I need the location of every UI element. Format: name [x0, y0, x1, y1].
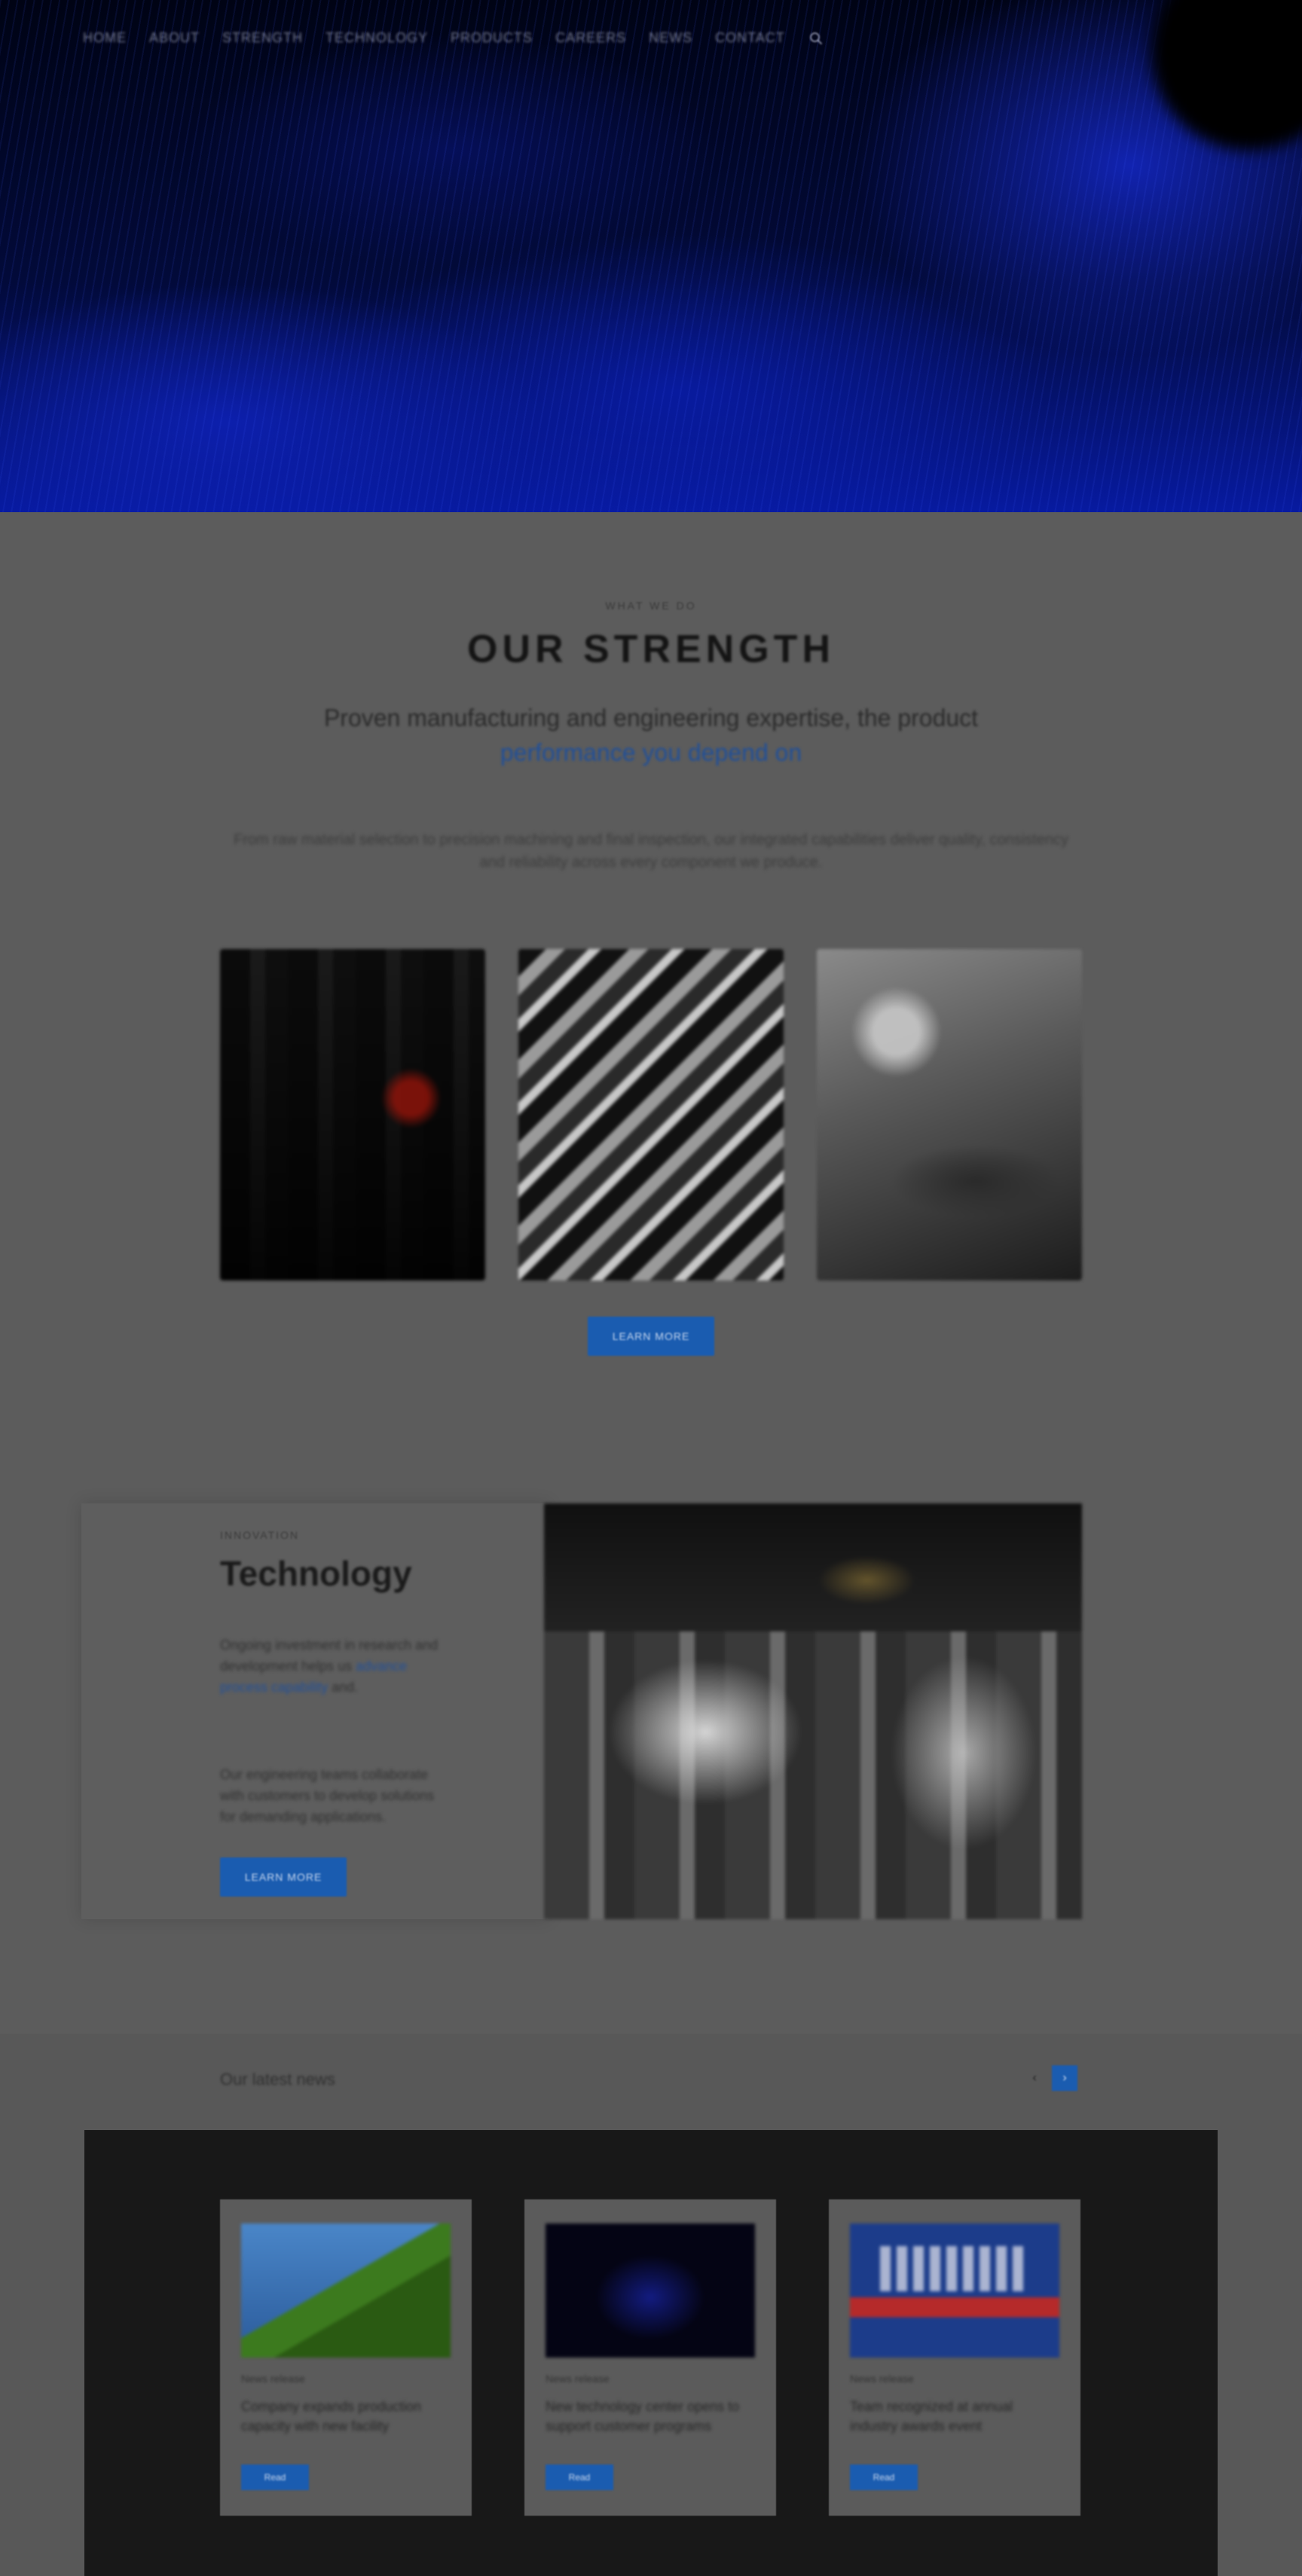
nav-item-technology[interactable]: Technology: [326, 30, 428, 47]
main-navigation: Home About Strength Technology Products …: [83, 30, 824, 47]
news-read-button[interactable]: Read: [546, 2465, 613, 2490]
news-read-button[interactable]: Read: [241, 2465, 309, 2490]
strength-subtitle-link[interactable]: performance you depend on: [500, 739, 802, 766]
news-heading: Our latest news: [220, 2070, 335, 2089]
nav-item-careers[interactable]: Careers: [555, 30, 626, 47]
strength-photo-row: [220, 949, 1082, 1280]
news-thumbnail[interactable]: [850, 2223, 1059, 2358]
technology-eyebrow: INNOVATION: [220, 1529, 300, 1541]
news-card-meta: News release: [241, 2373, 305, 2385]
news-card-meta: News release: [546, 2373, 610, 2385]
technology-section: INNOVATION Technology Ongoing investment…: [0, 1416, 1302, 2034]
technology-learn-more-button[interactable]: Learn More: [220, 1857, 347, 1897]
news-card[interactable]: News release Team recognized at annual i…: [829, 2199, 1080, 2516]
nav-item-news[interactable]: News: [649, 30, 692, 47]
technology-title: Technology: [220, 1554, 412, 1593]
chevron-left-icon[interactable]: ‹: [1022, 2065, 1047, 2091]
technology-text: Ongoing investment in research and devel…: [220, 1634, 454, 1698]
search-icon-graphic: [809, 32, 822, 45]
strength-title: OUR STRENGTH: [467, 627, 835, 671]
news-card-title[interactable]: Team recognized at annual industry award…: [850, 2397, 1059, 2436]
strength-eyebrow: WHAT WE DO: [605, 600, 697, 612]
strength-photo-steel-bars: [518, 949, 784, 1280]
search-icon[interactable]: [808, 30, 824, 47]
nav-item-strength[interactable]: Strength: [222, 30, 303, 47]
nav-item-contact[interactable]: Contact: [715, 30, 785, 47]
hero-banner: Home About Strength Technology Products …: [0, 0, 1302, 512]
technology-text-secondary: Our engineering teams collaborate with c…: [220, 1767, 435, 1824]
nav-item-home[interactable]: Home: [83, 30, 127, 47]
news-card[interactable]: News release Company expands production …: [220, 2199, 472, 2516]
news-card-title[interactable]: Company expands production capacity with…: [241, 2397, 451, 2436]
technology-photo-top-strip: [544, 1503, 1082, 1631]
hero-corner-shade: [1151, 0, 1302, 151]
chevron-right-icon[interactable]: ›: [1052, 2065, 1077, 2091]
nav-item-about[interactable]: About: [149, 30, 200, 47]
strength-section: WHAT WE DO OUR STRENGTH Proven manufactu…: [0, 512, 1302, 1416]
news-card[interactable]: News release New technology center opens…: [524, 2199, 776, 2516]
strength-photo-machinery: [220, 949, 485, 1280]
strength-subtitle: Proven manufacturing and engineering exp…: [226, 700, 1076, 770]
strength-learn-more-button[interactable]: Learn More: [588, 1317, 714, 1356]
news-thumbnail[interactable]: [241, 2223, 451, 2358]
news-carousel-controls: ‹ ›: [1022, 2065, 1077, 2091]
strength-subtitle-text: Proven manufacturing and engineering exp…: [323, 704, 979, 731]
news-card-title[interactable]: New technology center opens to support c…: [546, 2397, 755, 2436]
news-card-meta: News release: [850, 2373, 914, 2385]
strength-body: From raw material selection to precision…: [234, 832, 1068, 871]
nav-item-products[interactable]: Products: [451, 30, 533, 47]
news-thumbnail[interactable]: [546, 2223, 755, 2358]
technology-photo-collage: [544, 1503, 1082, 1919]
news-read-button[interactable]: Read: [850, 2465, 918, 2490]
strength-photo-lab: [817, 949, 1082, 1280]
technology-text-end: and.: [332, 1680, 359, 1695]
